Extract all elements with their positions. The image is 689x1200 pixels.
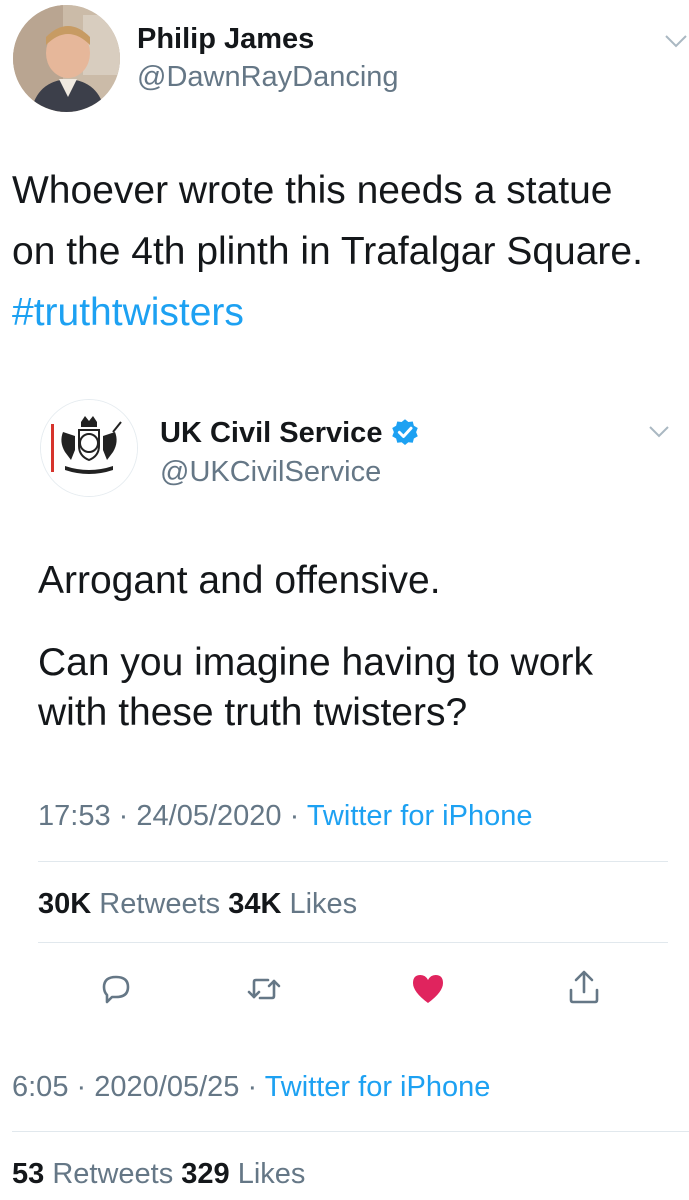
quoted-source-link[interactable]: Twitter for iPhone [307, 800, 533, 832]
likes-label: Likes [237, 1158, 306, 1190]
tweet-source-link[interactable]: Twitter for iPhone [265, 1071, 491, 1103]
quoted-author-avatar[interactable] [40, 399, 138, 497]
retweet-icon[interactable] [245, 970, 283, 1008]
avatar-photo [13, 5, 120, 112]
quoted-likes-stat[interactable]: 34K Likes [228, 888, 357, 920]
verified-badge-icon [392, 419, 419, 445]
quoted-retweets-label: Retweets [99, 888, 221, 920]
author-handle[interactable]: @DawnRayDancing [137, 59, 399, 95]
meta-separator: · [247, 1071, 258, 1103]
hashtag-link[interactable]: #truthtwisters [12, 282, 682, 343]
quoted-likes-count: 34K [228, 888, 282, 920]
tweet-time: 6:05 [12, 1071, 69, 1103]
quoted-retweets-stat[interactable]: 30K Retweets [38, 888, 228, 920]
retweets-label: Retweets [52, 1158, 174, 1190]
reply-icon[interactable] [97, 970, 135, 1008]
retweets-count: 53 [12, 1158, 45, 1190]
heart-icon[interactable] [409, 970, 447, 1008]
quoted-text-line: Arrogant and offensive. [38, 559, 441, 602]
likes-count: 329 [181, 1158, 230, 1190]
quoted-time: 17:53 [38, 800, 111, 832]
quoted-stats: 30K Retweets 34K Likes [38, 885, 357, 923]
share-icon[interactable] [565, 968, 603, 1006]
tweet-text-line: on the 4th plinth in Trafalgar Square. [12, 230, 643, 273]
author-avatar[interactable] [13, 5, 120, 112]
divider [38, 861, 668, 862]
retweets-stat[interactable]: 53 Retweets [12, 1158, 181, 1190]
quoted-date: 24/05/2020 [136, 800, 282, 832]
quoted-author-handle[interactable]: @UKCivilService [160, 454, 381, 490]
quoted-retweets-count: 30K [38, 888, 92, 920]
tweet-text-line: Whoever wrote this needs a statue [12, 169, 613, 212]
quoted-text-line: with these truth twisters? [38, 691, 468, 734]
meta-separator: · [289, 800, 300, 832]
meta-separator: · [76, 1071, 87, 1103]
meta-separator: · [118, 800, 129, 832]
divider [12, 1131, 689, 1132]
tweet-text: Whoever wrote this needs a statue on the… [12, 160, 682, 343]
quoted-author-name[interactable]: UK Civil Service [160, 415, 420, 451]
chevron-down-icon[interactable] [664, 34, 688, 48]
quoted-text-paragraph: Can you imagine having to work with thes… [38, 638, 658, 738]
divider [38, 942, 668, 943]
quoted-author-name-text: UK Civil Service [160, 417, 383, 449]
chevron-down-icon[interactable] [648, 425, 670, 439]
tweet-timestamp: 6:05 · 2020/05/25 · Twitter for iPhone [12, 1068, 490, 1106]
likes-stat[interactable]: 329 Likes [181, 1158, 305, 1190]
quoted-likes-label: Likes [289, 888, 358, 920]
quoted-timestamp: 17:53 · 24/05/2020 · Twitter for iPhone [38, 797, 532, 835]
tweet-date: 2020/05/25 [94, 1071, 240, 1103]
quoted-text-line: Can you imagine having to work [38, 641, 593, 684]
royal-crest-icon [41, 400, 137, 496]
tweet-stats: 53 Retweets 329 Likes [12, 1155, 305, 1193]
author-name[interactable]: Philip James [137, 21, 314, 57]
